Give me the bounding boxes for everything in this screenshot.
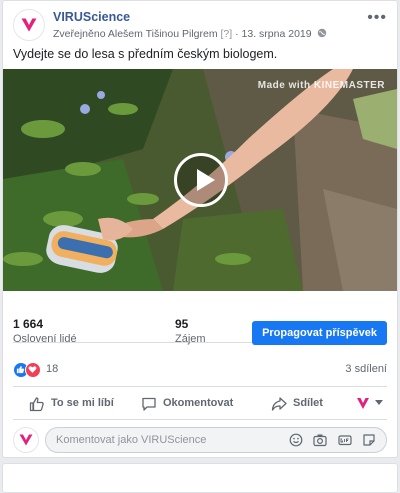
- share-icon: [271, 397, 287, 411]
- meta-separator: ·: [235, 28, 239, 40]
- viruscience-logo-icon: [21, 18, 37, 32]
- engagement-value: 95: [175, 317, 189, 331]
- more-options-icon[interactable]: •••: [367, 9, 387, 27]
- comment-placeholder: Komentovat jako VIRUScience: [56, 434, 207, 446]
- post-card: VIRUScience Zveřejněno Alešem Tišinou Pi…: [2, 0, 398, 458]
- love-reaction-icon: [25, 362, 41, 378]
- reaction-icons[interactable]: [13, 362, 43, 378]
- viruscience-logo-icon: [357, 398, 369, 409]
- video-player[interactable]: Made with KINEMASTER: [3, 69, 397, 291]
- reactions-summary: 18 3 sdílení: [13, 360, 387, 380]
- gif-icon[interactable]: [338, 433, 352, 447]
- emoji-icon[interactable]: [289, 433, 303, 447]
- post-meta: Zveřejněno Alešem Tišinou Pilgrem [?] · …: [53, 28, 327, 40]
- sticker-icon[interactable]: [362, 433, 376, 447]
- published-by-text: Zveřejněno Alešem Tišinou Pilgrem: [53, 28, 218, 40]
- post-actions: To se mi líbí Okomentovat Sdílet: [13, 386, 387, 420]
- post-insights: 1 664 Oslovení lidé 95 Zájem Propagovat …: [13, 303, 387, 345]
- promote-post-button[interactable]: Propagovat příspěvek: [252, 321, 387, 345]
- comment-tools: [282, 433, 376, 449]
- page-name-link[interactable]: VIRUScience: [53, 10, 130, 24]
- post-date[interactable]: 13. srpna 2019: [242, 28, 312, 40]
- share-count[interactable]: 3 sdílení: [345, 363, 387, 375]
- page-avatar[interactable]: [13, 9, 45, 41]
- chevron-down-icon: [375, 400, 383, 405]
- reach-value: 1 664: [13, 317, 44, 331]
- camera-icon[interactable]: [313, 433, 327, 447]
- thumbs-up-icon: [29, 397, 44, 412]
- comment-input[interactable]: Komentovat jako VIRUScience: [45, 427, 387, 453]
- engagement-label: Zájem: [175, 333, 206, 345]
- engagement-stat: 95 Zájem: [175, 317, 206, 345]
- video-watermark: Made with KINEMASTER: [257, 80, 385, 91]
- commenter-avatar: [13, 427, 39, 453]
- reach-label: Oslovení lidé: [13, 333, 77, 345]
- comment-icon: [142, 397, 156, 411]
- help-marker[interactable]: [?]: [221, 28, 233, 40]
- viruscience-logo-icon: [19, 434, 33, 446]
- next-post-card: [2, 463, 398, 493]
- share-label: Sdílet: [293, 397, 323, 409]
- post-text: Vydejte se do lesa s předním českým biol…: [13, 47, 278, 61]
- globe-icon: [317, 28, 326, 38]
- like-label: To se mi líbí: [51, 397, 114, 409]
- reach-stat: 1 664 Oslovení lidé: [13, 317, 77, 345]
- play-button-icon[interactable]: [174, 153, 228, 207]
- comment-composer: Komentovat jako VIRUScience: [13, 427, 387, 453]
- comment-label: Okomentovat: [163, 397, 234, 409]
- post-header: VIRUScience Zveřejněno Alešem Tišinou Pi…: [13, 9, 387, 43]
- reaction-count[interactable]: 18: [46, 363, 58, 375]
